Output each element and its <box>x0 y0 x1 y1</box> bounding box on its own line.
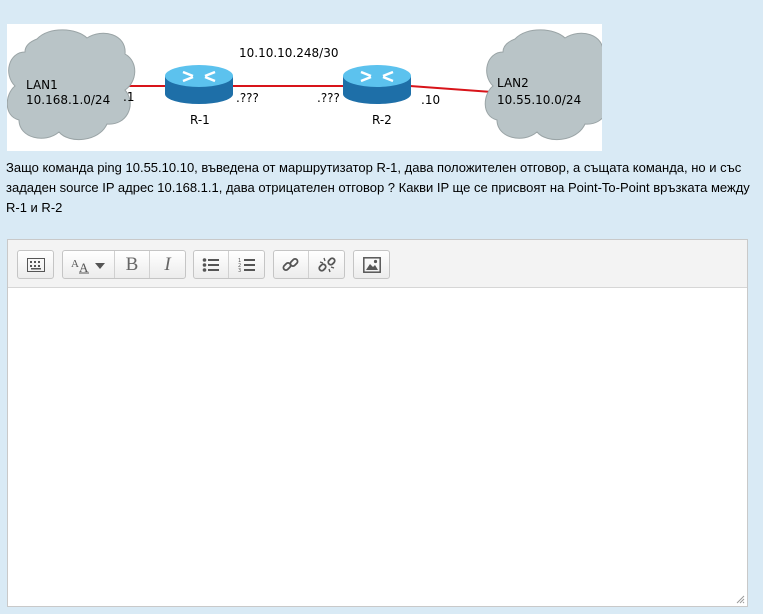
r2-iface-label: .??? <box>317 91 340 105</box>
unordered-list-icon <box>202 257 219 272</box>
toolbar-group-format: A A B I <box>62 250 186 279</box>
toolbar-toggle-icon <box>26 257 45 272</box>
lan2-network-label: 10.55.10.0/24 <box>497 93 581 107</box>
svg-text:A: A <box>79 260 89 274</box>
toolbar-group-toggle <box>17 250 54 279</box>
editor-toolbar: A A B I 1 2 3 <box>8 240 747 288</box>
unlink-button[interactable] <box>309 251 344 278</box>
router-r1-icon <box>165 65 233 104</box>
router-r2-icon <box>343 65 411 104</box>
resize-grip-icon[interactable] <box>736 595 745 604</box>
lan1-network-label: 10.168.1.0/24 <box>26 93 110 107</box>
lan2-link <box>409 85 493 93</box>
question-text: Защо команда ping 10.55.10.10, въведена … <box>6 160 750 215</box>
font-style-button[interactable]: A A <box>63 251 115 278</box>
toolbar-toggle-button[interactable] <box>18 251 53 278</box>
lan1-name-label: LAN1 <box>26 78 58 92</box>
toolbar-group-lists: 1 2 3 <box>193 250 265 279</box>
lan1-iface-label: .1 <box>123 90 134 104</box>
r1-name-label: R-1 <box>190 113 210 127</box>
lan2-iface-label: .10 <box>421 93 440 107</box>
toolbar-group-links <box>273 250 345 279</box>
image-button[interactable] <box>354 251 389 278</box>
r1-iface-label: .??? <box>236 91 259 105</box>
ordered-list-button[interactable]: 1 2 3 <box>229 251 264 278</box>
lan2-name-label: LAN2 <box>497 76 529 90</box>
link-icon <box>282 257 299 271</box>
italic-icon: I <box>164 253 171 275</box>
font-style-icon: A A <box>71 258 105 274</box>
ordered-list-icon: 1 2 3 <box>238 258 255 273</box>
unordered-list-button[interactable] <box>194 251 229 278</box>
link-subnet-label: 10.10.10.248/30 <box>239 46 338 60</box>
italic-button[interactable]: I <box>150 251 185 278</box>
svg-text:A: A <box>71 258 79 270</box>
toolbar-group-media <box>353 250 390 279</box>
network-diagram: 10.10.10.248/30 LAN1 10.168.1.0/24 .1 .?… <box>7 24 602 151</box>
image-icon <box>362 256 381 273</box>
bold-icon: B <box>125 253 139 275</box>
bold-button[interactable]: B <box>115 251 150 278</box>
editor-content-area[interactable] <box>8 288 747 606</box>
unlink-icon <box>317 256 336 272</box>
svg-text:3: 3 <box>238 268 241 273</box>
r2-name-label: R-2 <box>372 113 392 127</box>
link-button[interactable] <box>274 251 309 278</box>
rich-text-editor: A A B I 1 2 3 <box>7 239 748 607</box>
